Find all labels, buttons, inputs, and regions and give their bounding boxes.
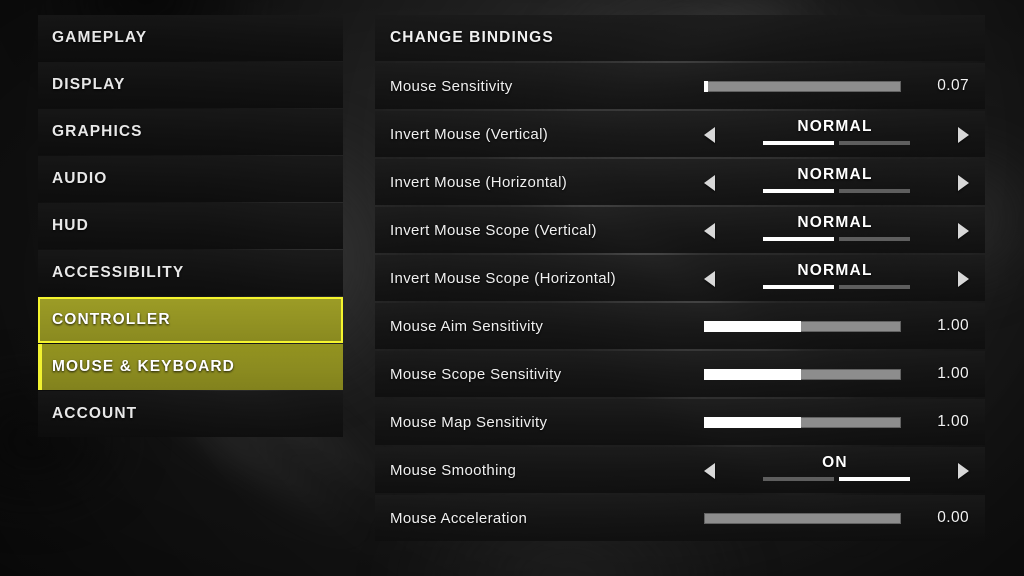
- slider-mouse-scope-sensitivity[interactable]: [704, 369, 901, 380]
- setting-label: Mouse Scope Sensitivity: [390, 365, 562, 383]
- sidebar-item-accessibility[interactable]: ACCESSIBILITY: [38, 250, 343, 296]
- selector-segment: [763, 477, 834, 481]
- slider-mouse-acceleration[interactable]: [704, 513, 901, 524]
- selector-segment: [839, 237, 910, 241]
- setting-row-mouse-map-sensitivity[interactable]: Mouse Map Sensitivity 1.00: [375, 399, 985, 445]
- selector-segment: [763, 237, 834, 241]
- slider-fill: [704, 417, 801, 428]
- chevron-left-icon[interactable]: [704, 127, 715, 143]
- sidebar-item-label: AUDIO: [52, 170, 108, 187]
- sidebar-item-display[interactable]: DISPLAY: [38, 62, 343, 108]
- chevron-right-icon[interactable]: [958, 223, 969, 239]
- chevron-left-icon[interactable]: [704, 175, 715, 191]
- slider-value: 0.00: [937, 509, 969, 526]
- slider-mouse-sensitivity[interactable]: [704, 81, 901, 92]
- setting-row-invert-mouse-scope-vertical[interactable]: Invert Mouse Scope (Vertical) NORMAL: [375, 207, 985, 253]
- setting-label: Mouse Smoothing: [390, 461, 517, 479]
- selector-position-indicator: [763, 285, 910, 289]
- sidebar-item-label: CONTROLLER: [52, 311, 171, 328]
- setting-row-mouse-scope-sensitivity[interactable]: Mouse Scope Sensitivity 1.00: [375, 351, 985, 397]
- settings-screen: GAMEPLAY DISPLAY GRAPHICS AUDIO HUD ACCESSIBI…: [0, 0, 1024, 576]
- setting-label: Mouse Aim Sensitivity: [390, 317, 544, 335]
- selector-segment: [763, 285, 834, 289]
- selector-value: ON: [822, 454, 848, 471]
- setting-label: Invert Mouse (Horizontal): [390, 173, 568, 191]
- selector-value: NORMAL: [797, 214, 873, 231]
- chevron-right-icon[interactable]: [958, 271, 969, 287]
- sidebar-item-gameplay[interactable]: GAMEPLAY: [38, 15, 343, 61]
- slider-value: 1.00: [937, 413, 969, 430]
- slider-value: 0.07: [937, 77, 969, 94]
- selector-value: NORMAL: [797, 262, 873, 279]
- chevron-left-icon[interactable]: [704, 463, 715, 479]
- setting-label: Mouse Map Sensitivity: [390, 413, 548, 431]
- sidebar-item-account[interactable]: ACCOUNT: [38, 391, 343, 437]
- selector-segment: [839, 141, 910, 145]
- chevron-right-icon[interactable]: [958, 175, 969, 191]
- slider-fill: [704, 369, 801, 380]
- selector-segment: [839, 285, 910, 289]
- slider-fill: [704, 81, 708, 92]
- sidebar-item-mouse-keyboard[interactable]: MOUSE & KEYBOARD: [38, 344, 343, 390]
- selector-value: NORMAL: [797, 166, 873, 183]
- sidebar-item-hud[interactable]: HUD: [38, 203, 343, 249]
- sidebar-item-label: MOUSE & KEYBOARD: [52, 358, 235, 375]
- slider-value: 1.00: [937, 317, 969, 334]
- setting-label: Invert Mouse (Vertical): [390, 125, 549, 143]
- selector-segment: [839, 189, 910, 193]
- chevron-right-icon[interactable]: [958, 463, 969, 479]
- selector-position-indicator: [763, 189, 910, 193]
- setting-row-mouse-smoothing[interactable]: Mouse Smoothing ON: [375, 447, 985, 493]
- setting-row-invert-mouse-scope-horizontal[interactable]: Invert Mouse Scope (Horizontal) NORMAL: [375, 255, 985, 301]
- sidebar-item-graphics[interactable]: GRAPHICS: [38, 109, 343, 155]
- sidebar-item-controller[interactable]: CONTROLLER: [38, 297, 343, 343]
- selector-position-indicator: [763, 141, 910, 145]
- slider-mouse-aim-sensitivity[interactable]: [704, 321, 901, 332]
- selector-position-indicator: [763, 477, 910, 481]
- slider-fill: [704, 321, 801, 332]
- setting-label: Invert Mouse Scope (Horizontal): [390, 269, 616, 287]
- sidebar-item-audio[interactable]: AUDIO: [38, 156, 343, 202]
- setting-row-mouse-aim-sensitivity[interactable]: Mouse Aim Sensitivity 1.00: [375, 303, 985, 349]
- selector-position-indicator: [763, 237, 910, 241]
- chevron-left-icon[interactable]: [704, 271, 715, 287]
- selector-segment: [763, 189, 834, 193]
- settings-category-sidebar: GAMEPLAY DISPLAY GRAPHICS AUDIO HUD ACCESSIBI…: [38, 15, 343, 438]
- setting-row-invert-mouse-horizontal[interactable]: Invert Mouse (Horizontal) NORMAL: [375, 159, 985, 205]
- sidebar-item-label: ACCESSIBILITY: [52, 264, 185, 281]
- setting-label: Invert Mouse Scope (Vertical): [390, 221, 597, 239]
- sidebar-item-label: ACCOUNT: [52, 405, 138, 422]
- chevron-left-icon[interactable]: [704, 223, 715, 239]
- sidebar-item-label: HUD: [52, 217, 89, 234]
- setting-row-invert-mouse-vertical[interactable]: Invert Mouse (Vertical) NORMAL: [375, 111, 985, 157]
- sidebar-item-label: DISPLAY: [52, 76, 126, 93]
- sidebar-item-label: GRAPHICS: [52, 123, 143, 140]
- setting-row-mouse-sensitivity[interactable]: Mouse Sensitivity 0.07: [375, 63, 985, 109]
- slider-value: 1.00: [937, 365, 969, 382]
- slider-mouse-map-sensitivity[interactable]: [704, 417, 901, 428]
- panel-header-change-bindings[interactable]: CHANGE BINDINGS: [375, 15, 985, 61]
- sidebar-item-label: GAMEPLAY: [52, 29, 148, 46]
- selector-value: NORMAL: [797, 118, 873, 135]
- setting-row-mouse-acceleration[interactable]: Mouse Acceleration 0.00: [375, 495, 985, 541]
- setting-label: Mouse Acceleration: [390, 509, 528, 527]
- selector-segment: [763, 141, 834, 145]
- settings-options-panel: CHANGE BINDINGS Mouse Sensitivity 0.07 Inve…: [375, 15, 985, 543]
- chevron-right-icon[interactable]: [958, 127, 969, 143]
- setting-label: CHANGE BINDINGS: [390, 29, 554, 46]
- setting-label: Mouse Sensitivity: [390, 77, 513, 95]
- selector-segment: [839, 477, 910, 481]
